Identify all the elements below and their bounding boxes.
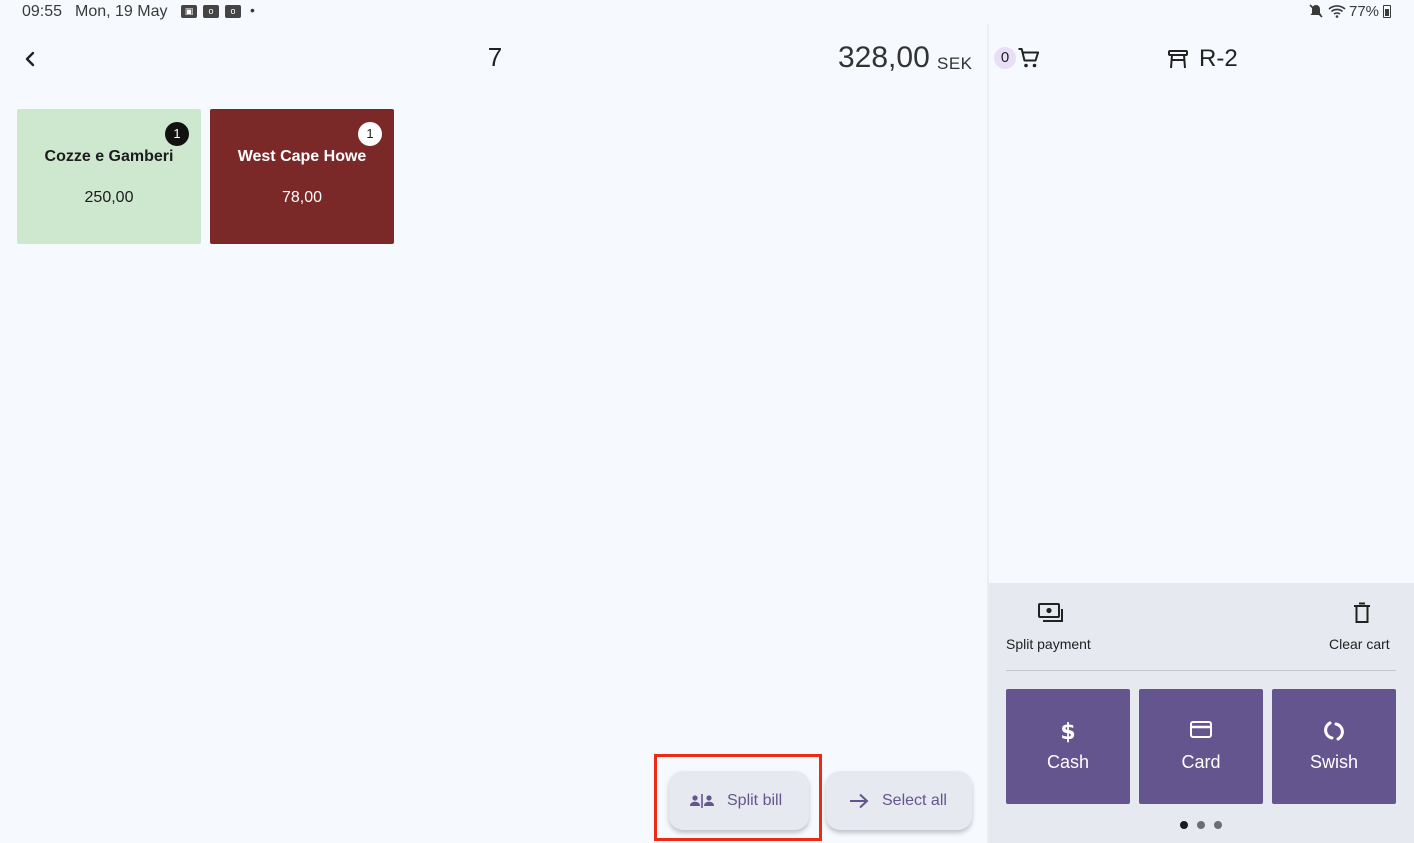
pay-swish-button[interactable]: Swish <box>1272 689 1396 804</box>
pay-card-label: Card <box>1181 752 1221 772</box>
table-label: R-2 <box>1199 45 1238 72</box>
select-all-button[interactable]: Select all <box>826 771 972 830</box>
pay-cash-button[interactable]: $ Cash <box>1006 689 1130 804</box>
status-date: Mon, 19 May <box>75 3 168 20</box>
item-price: 250,00 <box>84 189 134 206</box>
tray-divider <box>1006 670 1396 671</box>
cart-count-badge: 0 <box>994 47 1016 69</box>
svg-text:$: $ <box>1060 720 1075 743</box>
split-bill-icon <box>690 793 714 808</box>
dollar-icon: $ <box>1006 719 1130 743</box>
order-item-tile[interactable]: 1 West Cape Howe 78,00 <box>210 109 394 244</box>
pager-dot[interactable] <box>1214 821 1222 829</box>
clear-cart-label: Clear cart <box>1329 636 1390 652</box>
item-name: Cozze e Gamberi <box>44 148 174 165</box>
split-bill-label: Split bill <box>727 791 783 809</box>
outlook-notification-icon: o <box>203 5 219 18</box>
select-all-label: Select all <box>882 791 947 809</box>
item-name: West Cape Howe <box>237 148 367 165</box>
swish-icon <box>1272 719 1396 743</box>
item-price: 78,00 <box>281 189 323 206</box>
pager-dot-active[interactable] <box>1180 821 1188 829</box>
order-currency: SEK <box>937 54 973 73</box>
assistant-notification-icon: ▣ <box>181 5 197 18</box>
quantity-badge: 1 <box>165 122 189 146</box>
trash-icon <box>1353 602 1371 629</box>
more-notifications-dot: • <box>250 2 255 18</box>
arrow-right-icon <box>850 793 869 808</box>
battery-icon <box>1383 5 1391 18</box>
clear-cart-button[interactable]: Clear cart <box>1322 596 1402 660</box>
wifi-icon <box>1328 4 1346 23</box>
quantity-badge: 1 <box>358 122 382 146</box>
split-payment-label: Split payment <box>1006 636 1091 652</box>
payments-icon <box>1038 603 1064 628</box>
pay-cash-label: Cash <box>1046 752 1090 772</box>
order-item-tile[interactable]: 1 Cozze e Gamberi 250,00 <box>17 109 201 244</box>
pay-swish-label: Swish <box>1309 752 1358 772</box>
battery-level: 77% <box>1349 3 1380 20</box>
cart-icon[interactable] <box>1017 46 1041 75</box>
split-payment-button[interactable]: Split payment <box>1000 596 1110 660</box>
muted-bell-icon <box>1308 3 1324 22</box>
credit-card-icon <box>1139 719 1263 739</box>
status-time: 09:55 <box>22 3 63 20</box>
order-total: 328,00 <box>838 41 930 74</box>
chevron-left-icon <box>25 51 35 67</box>
back-button[interactable] <box>14 44 46 74</box>
outlook-notification-icon: o <box>225 5 241 18</box>
pager-dot[interactable] <box>1197 821 1205 829</box>
split-bill-button[interactable]: Split bill <box>669 771 809 830</box>
pay-card-button[interactable]: Card <box>1139 689 1263 804</box>
table-chair-icon <box>1166 47 1190 76</box>
status-bar: 09:55 Mon, 19 May ▣ o o • 77% <box>0 0 1414 24</box>
order-number: 7 <box>487 42 503 72</box>
